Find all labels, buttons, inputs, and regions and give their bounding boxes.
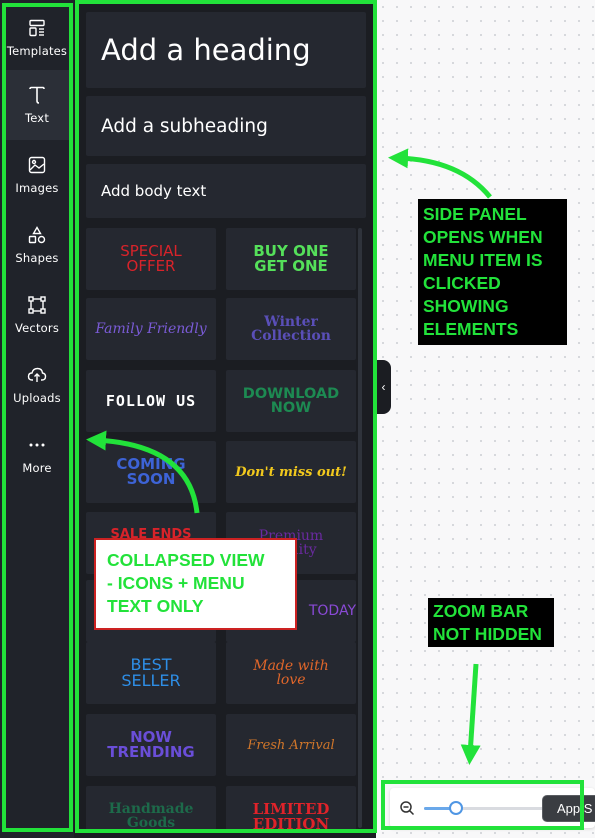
arrow-to-zoom: [460, 663, 481, 765]
callout-line: ZOOM BAR: [433, 601, 529, 621]
callout-zoom-bar: ZOOM BAR NOT HIDDEN: [428, 598, 554, 647]
callout-line: TEXT ONLY: [107, 596, 204, 617]
callout-line: CLICKED: [423, 273, 501, 294]
callout-collapsed-view: COLLAPSED VIEW - ICONS + MENU TEXT ONLY: [94, 538, 297, 630]
callout-line: ELEMENTS: [423, 319, 519, 340]
arrow-to-panel: [388, 148, 492, 199]
callout-line: SHOWING: [423, 296, 509, 317]
callout-side-panel: SIDE PANEL OPENS WHEN MENU ITEM IS CLICK…: [418, 199, 567, 345]
callout-line: COLLAPSED VIEW: [107, 550, 265, 570]
callout-line: OPENS WHEN: [423, 227, 543, 248]
callout-line: - ICONS + MENU: [107, 573, 245, 594]
callout-line: SIDE PANEL: [423, 204, 527, 224]
arrow-to-rail: [86, 430, 200, 514]
annotation-arrows: [86, 148, 492, 765]
callout-line: MENU ITEM IS: [423, 250, 543, 271]
callout-line: NOT HIDDEN: [433, 624, 542, 645]
